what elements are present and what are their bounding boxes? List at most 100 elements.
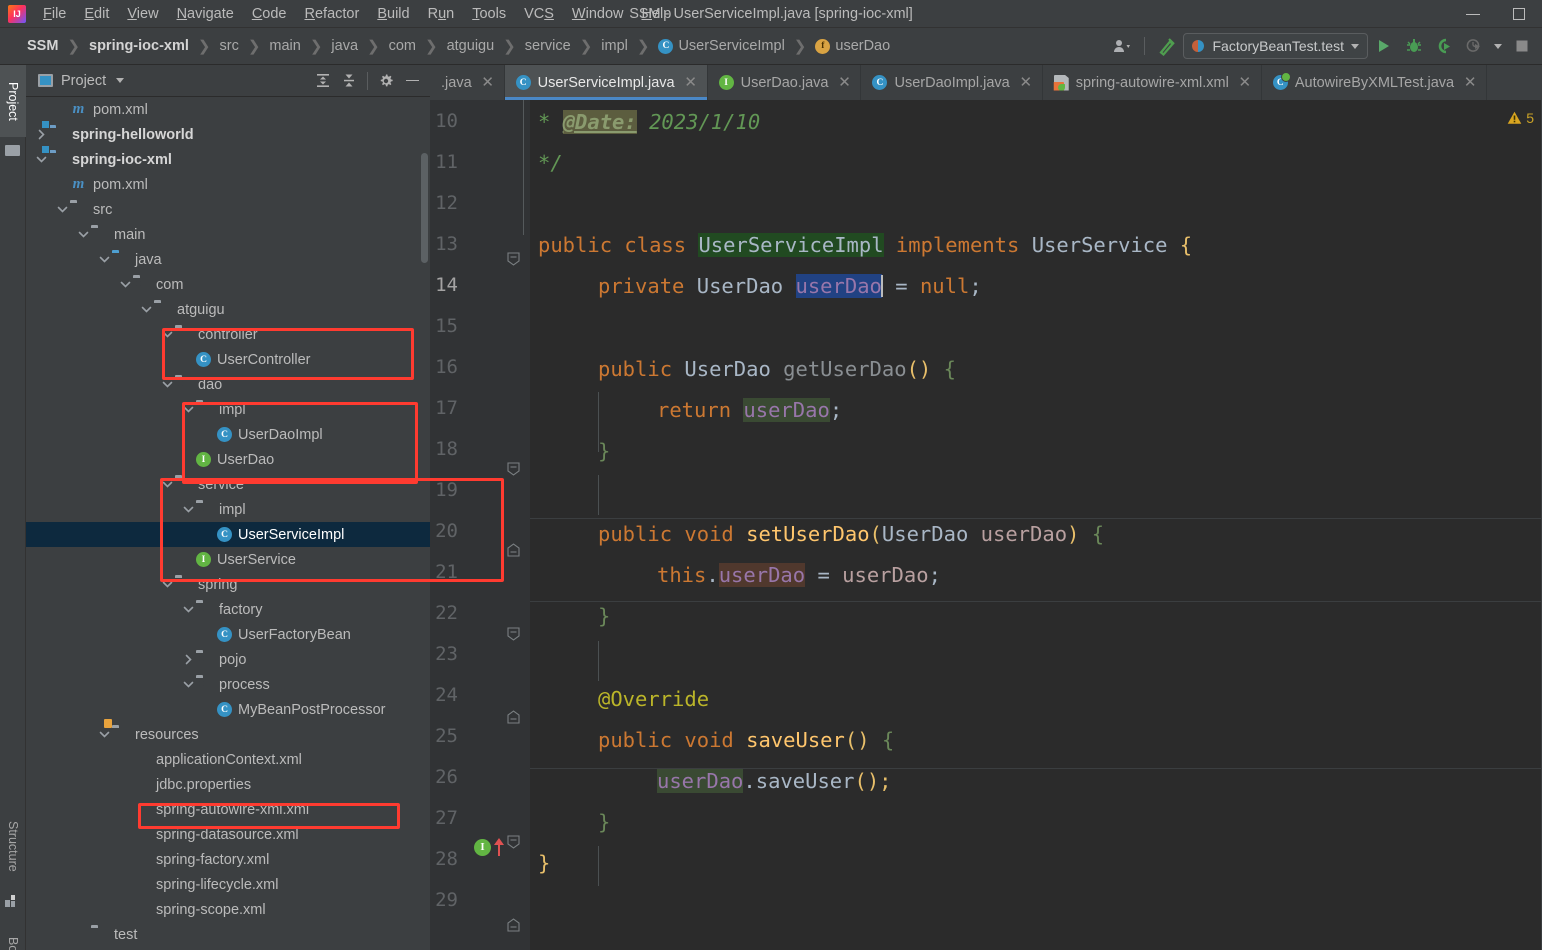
chevron-down-icon[interactable]	[181, 397, 196, 422]
chevron-down-icon[interactable]	[160, 372, 175, 397]
menu-item-navigate[interactable]: Navigate	[168, 3, 243, 25]
chevron-down-icon[interactable]	[139, 297, 154, 322]
breadcrumb-item-src[interactable]: src	[216, 36, 241, 56]
tree-node-spring[interactable]: spring	[26, 572, 430, 597]
build-hammer-icon[interactable]	[1153, 33, 1181, 59]
tree-node-spring-ioc-xml[interactable]: spring-ioc-xml	[26, 147, 430, 172]
tree-node-com[interactable]: com	[26, 272, 430, 297]
menu-item-tools[interactable]: Tools	[463, 3, 515, 25]
expand-all-icon[interactable]	[311, 69, 335, 93]
fold-marker-icon[interactable]	[507, 462, 520, 476]
breadcrumb-item-com[interactable]: com	[386, 36, 419, 56]
tree-node-impl[interactable]: impl	[26, 497, 430, 522]
editor-gutter[interactable]: 10 11 12 13 14 15 16 17 18 19 20 21 22 23 24 25 26 27 28 29…	[430, 100, 530, 950]
chevron-down-icon[interactable]	[76, 222, 91, 247]
tree-node-resources[interactable]: resources	[26, 719, 430, 747]
tree-node-dao[interactable]: dao	[26, 372, 430, 397]
chevron-down-icon[interactable]	[55, 197, 70, 222]
tree-node-process[interactable]: process	[26, 672, 430, 697]
chevron-down-icon[interactable]	[181, 497, 196, 522]
breadcrumb-item-atguigu[interactable]: atguigu	[444, 36, 498, 56]
code-text-area[interactable]: * @Date: 2023/1/10 */ public class UserS…	[530, 100, 1542, 950]
warning-count-badge[interactable]: 5	[1507, 110, 1534, 126]
tree-node-userservice[interactable]: I UserService	[26, 547, 430, 572]
breadcrumb-item-ssm[interactable]: SSM	[24, 36, 61, 56]
menu-item-view[interactable]: View	[118, 3, 167, 25]
menu-item-vcs[interactable]: VCS	[515, 3, 563, 25]
tree-node-userdao[interactable]: I UserDao	[26, 447, 430, 472]
fold-marker-icon[interactable]	[507, 543, 520, 557]
chevron-down-icon[interactable]	[97, 247, 112, 272]
tree-node-factory[interactable]: factory	[26, 597, 430, 622]
close-icon[interactable]: ✕	[837, 75, 851, 90]
tree-node-userdaoimpl[interactable]: C UserDaoImpl	[26, 422, 430, 447]
tree-node-pom-xml[interactable]: m pom.xml	[26, 97, 430, 122]
tree-node-test[interactable]: test	[26, 922, 430, 947]
breadcrumb-item-impl[interactable]: impl	[598, 36, 631, 56]
tree-node-pom-xml[interactable]: m pom.xml	[26, 172, 430, 197]
chevron-down-icon[interactable]	[160, 322, 175, 347]
editor-tab-java[interactable]: .java ✕	[430, 65, 505, 100]
menu-item-build[interactable]: Build	[368, 3, 418, 25]
collapse-all-icon[interactable]	[337, 69, 361, 93]
sidebar-item-bookmarks[interactable]: Bookmarks	[0, 925, 26, 950]
window-minimize-button[interactable]	[1450, 0, 1496, 28]
menu-item-file[interactable]: File	[34, 3, 75, 25]
menu-item-run[interactable]: Run	[419, 3, 464, 25]
tree-node-usercontroller[interactable]: C UserController	[26, 347, 430, 372]
chevron-right-icon[interactable]	[181, 647, 196, 672]
tree-node-applicationcontext-xml[interactable]: applicationContext.xml	[26, 747, 430, 772]
tree-node-jdbc-properties[interactable]: jdbc.properties	[26, 772, 430, 797]
tree-node-mybeanpostprocessor[interactable]: C MyBeanPostProcessor	[26, 697, 430, 722]
chevron-down-icon[interactable]	[118, 272, 133, 297]
tree-node-userfactorybean[interactable]: C UserFactoryBean	[26, 622, 430, 647]
gear-icon[interactable]	[374, 69, 398, 93]
close-icon[interactable]: ✕	[1238, 75, 1252, 90]
tree-node-pojo[interactable]: pojo	[26, 647, 430, 672]
breadcrumb-item-spring-ioc-xml[interactable]: spring-ioc-xml	[86, 36, 192, 56]
chevron-down-icon[interactable]	[181, 672, 196, 697]
tree-node-spring-datasource-xml[interactable]: spring-datasource.xml	[26, 822, 430, 847]
tree-node-spring-autowire-xml-xml[interactable]: spring-autowire-xml.xml	[26, 797, 430, 822]
breadcrumb-item-java[interactable]: java	[328, 36, 361, 56]
sidebar-item-project[interactable]: Project	[0, 65, 26, 137]
menu-item-edit[interactable]: Edit	[75, 3, 118, 25]
menu-item-refactor[interactable]: Refactor	[296, 3, 369, 25]
profiler-dropdown-icon[interactable]	[1490, 33, 1506, 59]
menu-item-help[interactable]: Help	[632, 3, 680, 25]
breadcrumb-item-userdao[interactable]: f userDao	[812, 36, 893, 56]
breadcrumb-item-main[interactable]: main	[266, 36, 303, 56]
hide-panel-icon[interactable]	[400, 69, 424, 93]
fold-marker-icon[interactable]	[507, 710, 520, 724]
fold-marker-icon[interactable]	[507, 918, 520, 932]
close-icon[interactable]: ✕	[684, 75, 698, 90]
debug-icon[interactable]	[1400, 33, 1428, 59]
tree-node-spring-helloworld[interactable]: spring-helloworld	[26, 122, 430, 147]
editor-tab-spring-autowire-xml-xml[interactable]: spring-autowire-xml.xml ✕	[1043, 65, 1262, 100]
tree-node-spring-factory-xml[interactable]: spring-factory.xml	[26, 847, 430, 872]
sidebar-item-structure[interactable]: Structure	[0, 805, 26, 887]
tree-node-spring-scope-xml[interactable]: spring-scope.xml	[26, 897, 430, 922]
implementing-method-icon[interactable]: I	[474, 837, 506, 857]
close-icon[interactable]: ✕	[1463, 75, 1477, 90]
user-settings-icon[interactable]	[1108, 33, 1136, 59]
tree-node-atguigu[interactable]: atguigu	[26, 297, 430, 322]
chevron-down-icon[interactable]	[116, 78, 125, 83]
tree-node-impl[interactable]: impl	[26, 397, 430, 422]
editor-tab-userdaoimpl-java[interactable]: C UserDaoImpl.java ✕	[861, 65, 1043, 100]
tree-node-userserviceimpl[interactable]: C UserServiceImpl	[26, 522, 430, 547]
chevron-down-icon[interactable]	[181, 597, 196, 622]
menu-item-window[interactable]: Window	[563, 3, 633, 25]
editor-tab-userserviceimpl-java[interactable]: C UserServiceImpl.java ✕	[504, 65, 708, 100]
tree-node-service[interactable]: service	[26, 472, 430, 497]
window-maximize-button[interactable]	[1496, 0, 1542, 28]
project-tree-scrollbar[interactable]	[421, 153, 428, 263]
stop-icon[interactable]	[1508, 33, 1536, 59]
fold-marker-icon[interactable]	[507, 835, 520, 849]
fold-marker-icon[interactable]	[507, 627, 520, 641]
breadcrumb-item-service[interactable]: service	[522, 36, 574, 56]
editor-tab-autowirebyxmltest-java[interactable]: C AutowireByXMLTest.java ✕	[1262, 65, 1488, 100]
tree-node-src[interactable]: src	[26, 197, 430, 222]
run-with-coverage-icon[interactable]	[1430, 33, 1458, 59]
tree-node-main[interactable]: main	[26, 222, 430, 247]
